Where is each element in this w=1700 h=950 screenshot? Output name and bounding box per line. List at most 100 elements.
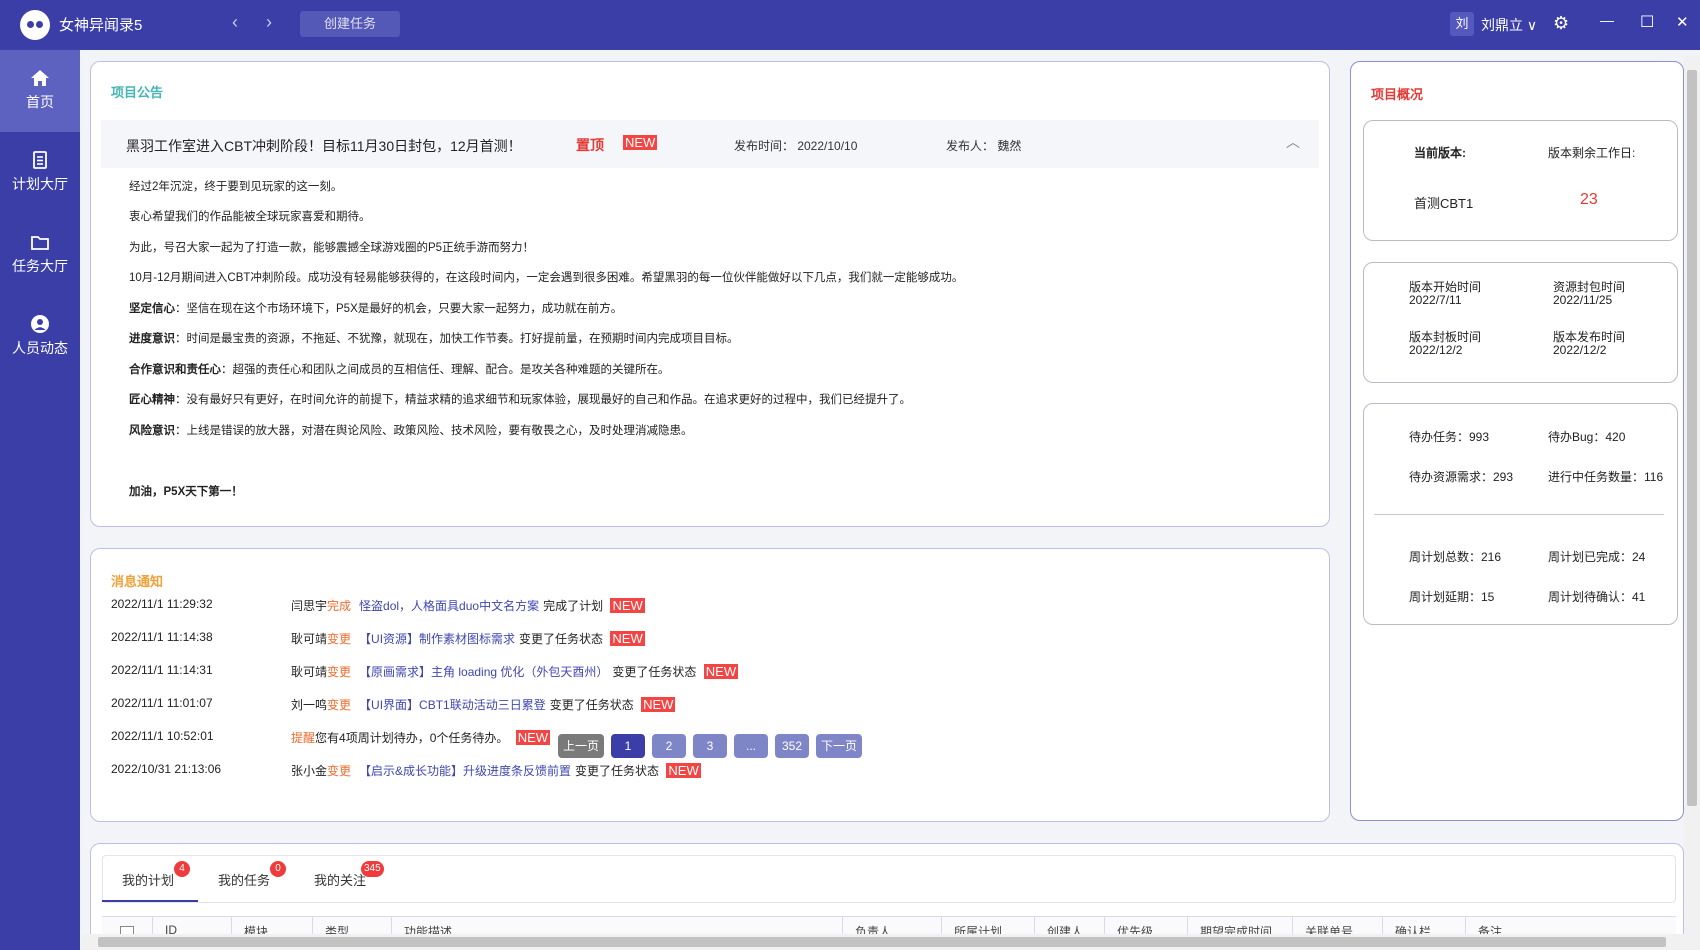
current-version-value: 首测CBT1 — [1414, 196, 1474, 211]
forward-arrow-icon[interactable]: › — [266, 12, 272, 33]
overview-section-title: 项目概况 — [1371, 87, 1424, 102]
message-user: 闫思宇 — [291, 599, 328, 613]
close-icon[interactable]: ✕ — [1676, 13, 1689, 31]
message-link[interactable]: 【启示&成长功能】升级进度条反馈前置 — [359, 764, 571, 778]
pagination-next-button[interactable]: 下一页 — [816, 734, 862, 758]
message-result: 变更了任务状态 — [519, 632, 604, 646]
stat-weekly-pending: 周计划待确认：41 — [1548, 590, 1646, 604]
announcement-line: 10月-12月期间进入CBT冲刺阶段。成功没有轻易能够获得的，在这段时间内，一定… — [129, 272, 964, 284]
message-link[interactable]: 怪盗dol，人格面具duo中文名方案 — [359, 599, 539, 613]
new-badge: NEW — [641, 697, 676, 712]
new-badge: NEW — [515, 730, 551, 745]
horizontal-scrollbar[interactable] — [82, 934, 1684, 950]
message-time: 2022/11/1 11:29:32 — [111, 597, 213, 611]
active-tab-indicator — [102, 900, 198, 902]
messages-panel: 消息通知 2022/11/1 11:29:32 闫思宇完成 怪盗dol，人格面具d… — [90, 548, 1330, 822]
announcement-panel: 项目公告 黑羽工作室进入CBT冲刺阶段！目标11月30日封包，12月首测！ 置顶… — [90, 61, 1330, 527]
sidebar-item-people-activity[interactable]: 人员动态 — [0, 296, 80, 378]
sidebar-item-home[interactable]: 首页 — [0, 50, 80, 132]
message-row: 2022/11/1 11:14:31 耿可靖变更 【原画需求】主角 loading… — [111, 661, 1311, 681]
sidebar-item-label: 人员动态 — [12, 340, 68, 356]
document-icon — [33, 151, 47, 169]
vertical-scroll-thumb[interactable] — [1687, 70, 1697, 806]
maximize-icon[interactable]: ☐ — [1640, 12, 1654, 32]
sidebar: 首页 计划大厅 任务大厅 人员动态 — [0, 50, 80, 950]
stat-pending-bugs: 待办Bug：420 — [1548, 430, 1626, 444]
announcement-line: 为此，号召大家一起为了打造一款，能够震撼全球游戏圈的P5正统手游而努力！ — [129, 242, 535, 254]
horizontal-scroll-thumb[interactable] — [98, 937, 1666, 947]
message-action: 变更 — [327, 698, 352, 712]
message-time: 2022/11/1 11:01:07 — [111, 696, 213, 710]
version-dates-card: 版本开始时间 2022/7/11 资源封包时间 2022/11/25 版本封板时… — [1363, 262, 1678, 383]
stats-divider — [1374, 514, 1664, 515]
sidebar-item-task-hall[interactable]: 任务大厅 — [0, 214, 80, 296]
message-time: 2022/10/31 21:13:06 — [111, 762, 222, 776]
back-arrow-icon[interactable]: ‹ — [232, 12, 238, 33]
tab-my-follows[interactable]: 我的关注 — [314, 870, 366, 889]
date-value: 2022/12/2 — [1553, 343, 1607, 357]
minimize-icon[interactable]: — — [1600, 12, 1614, 28]
announcement-line: 进度意识：时间是最宝贵的资源，不拖延、不犹豫，就现在，加快工作节奏。打好提前量，… — [129, 333, 739, 345]
message-row: 2022/11/1 11:14:38 耿可靖变更 【UI资源】制作素材图标需求 变更… — [111, 628, 1311, 648]
message-row: 2022/10/31 21:13:06 张小金变更 【启示&成长功能】升级进度条反… — [111, 760, 1311, 780]
stat-pending-tasks: 待办任务：993 — [1409, 430, 1490, 444]
message-action: 变更 — [327, 665, 352, 679]
app-logo-icon — [20, 10, 50, 40]
app-title: 女神异闻录5 — [59, 17, 143, 34]
pagination-page-3[interactable]: 3 — [693, 734, 727, 758]
current-version-label: 当前版本: — [1414, 146, 1466, 160]
sidebar-item-label: 计划大厅 — [12, 176, 68, 192]
new-badge: NEW — [623, 135, 658, 150]
stat-weekly-done: 周计划已完成：24 — [1548, 550, 1646, 564]
announcement-header[interactable]: 黑羽工作室进入CBT冲刺阶段！目标11月30日封包，12月首测！ 置顶 NEW … — [101, 120, 1319, 168]
stat-tasks-in-progress: 进行中任务数量：116 — [1548, 470, 1664, 484]
pagination-ellipsis[interactable]: ... — [734, 734, 768, 758]
announcement-section-title: 项目公告 — [111, 85, 164, 100]
user-menu[interactable]: 刘鼎立 ∨ — [1481, 15, 1537, 35]
tab-count-badge: 0 — [270, 861, 286, 877]
new-badge: NEW — [610, 631, 645, 646]
pagination-page-1[interactable]: 1 — [611, 734, 645, 758]
messages-section-title: 消息通知 — [111, 574, 164, 589]
tab-my-plans[interactable]: 我的计划 — [122, 870, 174, 889]
message-link[interactable]: 【原画需求】主角 loading 优化（外包天酉州） — [359, 665, 608, 679]
current-version-card: 当前版本: 版本剩余工作日: 首测CBT1 23 — [1363, 120, 1678, 241]
message-user: 耿可靖 — [291, 665, 328, 679]
message-result: 变更了任务状态 — [549, 698, 634, 712]
message-row: 2022/11/1 11:01:07 刘一鸣变更 【UI界面】CBT1联动活动三日… — [111, 694, 1311, 714]
settings-gear-icon[interactable]: ⚙ — [1553, 13, 1569, 34]
message-link[interactable]: 【UI界面】CBT1联动活动三日累登 — [359, 698, 546, 712]
tab-my-tasks[interactable]: 我的任务 — [218, 870, 270, 889]
new-badge: NEW — [666, 763, 701, 778]
collapse-chevron-icon[interactable]: ︿ — [1286, 132, 1300, 152]
remaining-days-label: 版本剩余工作日: — [1548, 146, 1636, 160]
user-avatar[interactable]: 刘 — [1450, 12, 1474, 36]
pagination-prev-button[interactable]: 上一页 — [558, 734, 604, 758]
stats-card: 待办任务：993 待办Bug：420 待办资源需求：293 进行中任务数量：11… — [1363, 403, 1678, 625]
user-icon — [31, 315, 49, 333]
folder-icon — [31, 236, 49, 250]
pagination-page-2[interactable]: 2 — [652, 734, 686, 758]
message-link[interactable]: 【UI资源】制作素材图标需求 — [359, 632, 515, 646]
pagination-page-last[interactable]: 352 — [775, 734, 809, 758]
message-action: 变更 — [327, 764, 352, 778]
pinned-tag: 置顶 — [576, 137, 604, 153]
message-user: 刘一鸣 — [291, 698, 328, 712]
announcement-line: 风险意识：上线是错误的放大器，对潜在舆论风险、政策风险、技术风险，要有敬畏之心，… — [129, 425, 693, 437]
message-user: 张小金 — [291, 764, 328, 778]
date-value: 2022/12/2 — [1409, 343, 1463, 357]
message-result: 变更了任务状态 — [612, 665, 697, 679]
vertical-scrollbar[interactable] — [1684, 56, 1700, 950]
stat-weekly-delayed: 周计划延期：15 — [1409, 590, 1495, 604]
sidebar-item-plan-hall[interactable]: 计划大厅 — [0, 132, 80, 214]
new-badge: NEW — [610, 598, 645, 613]
announcement-line: 衷心希望我们的作品能被全球玩家喜爱和期待。 — [129, 211, 371, 223]
stat-pending-resources: 待办资源需求：293 — [1409, 470, 1514, 484]
home-icon — [31, 70, 49, 86]
create-task-button[interactable]: 创建任务 — [300, 11, 400, 37]
message-time: 2022/11/1 10:52:01 — [111, 729, 214, 743]
remaining-days-value: 23 — [1580, 191, 1598, 208]
message-row: 2022/11/1 11:29:32 闫思宇完成 怪盗dol，人格面具duo中文名… — [111, 595, 1311, 615]
announcement-line: 匠心精神：没有最好只有更好，在时间允许的前提下，精益求精的追求细节和玩家体验，展… — [129, 394, 911, 406]
title-bar: 女神异闻录5 ‹ › 创建任务 刘 刘鼎立 ∨ ⚙ — ☐ ✕ — [0, 0, 1700, 50]
